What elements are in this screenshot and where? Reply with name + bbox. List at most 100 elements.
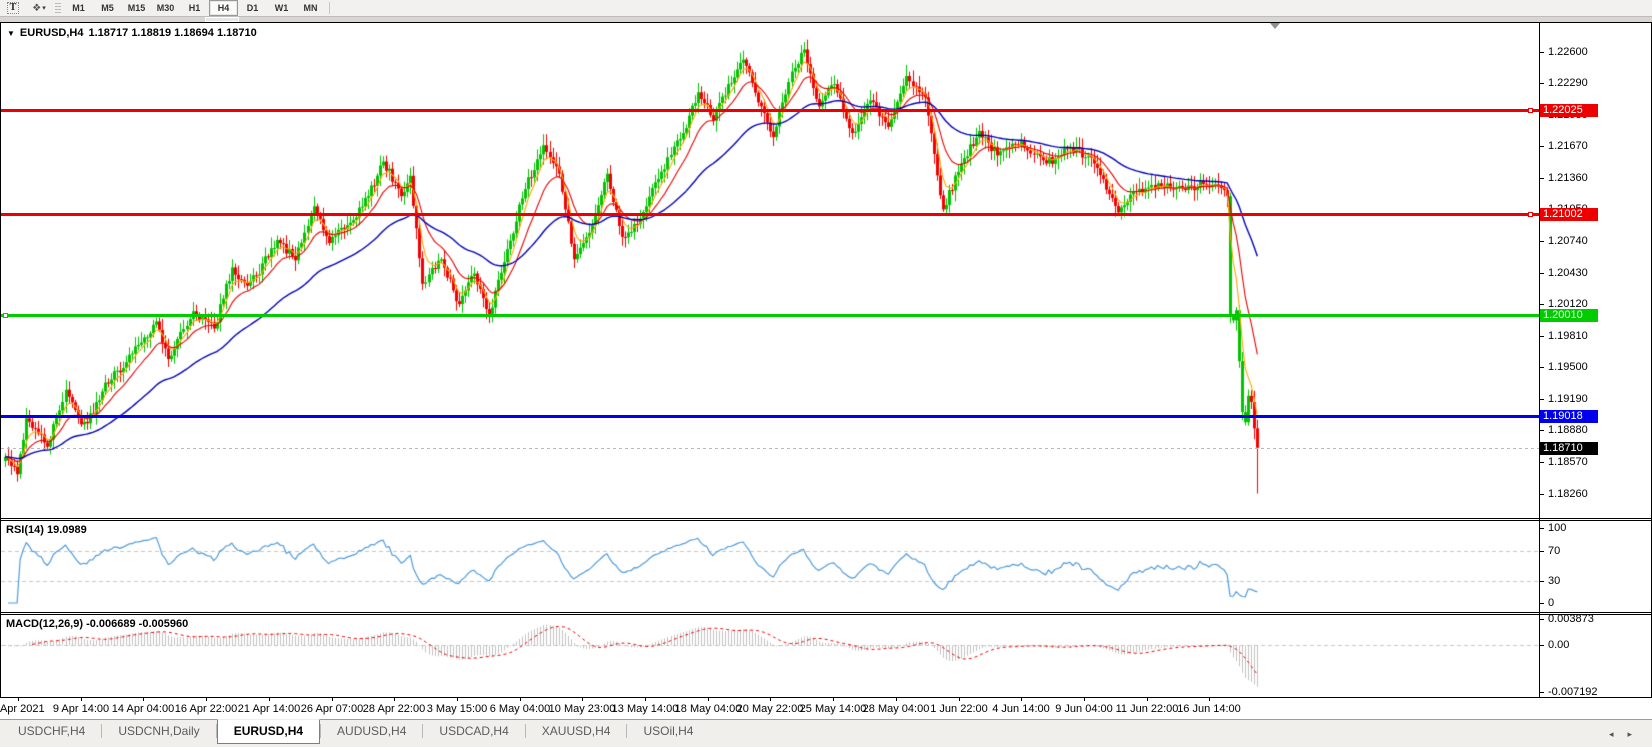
timeframe-button-m15[interactable]: M15	[122, 0, 151, 16]
time-tickmark	[582, 698, 583, 701]
macd-tick-label: 0.003873	[1548, 613, 1594, 625]
rsi-indicator-label: RSI(14) 19.0989	[6, 524, 87, 536]
time-tickmark	[770, 698, 771, 701]
chart-canvas[interactable]	[1, 23, 1539, 697]
price-tick-tickmark	[1539, 304, 1544, 305]
chart-shift-marker-icon[interactable]	[1270, 23, 1280, 29]
price-tick-tickmark	[1539, 494, 1544, 495]
tab-scroll-right-icon[interactable]: ▸	[1627, 729, 1646, 739]
time-tickmark	[1209, 698, 1210, 701]
macd-tick-tickmark	[1539, 692, 1544, 693]
timeframe-button-h1[interactable]: H1	[180, 0, 209, 16]
rsi-tick-label: 30	[1548, 575, 1560, 587]
support-price-label: 1.19018	[1540, 410, 1598, 423]
time-tickmark	[833, 698, 834, 701]
price-tick-tickmark	[1539, 83, 1544, 84]
chart-tab-xauusd-h4[interactable]: XAUUSD,H4	[526, 720, 627, 742]
chart-tab-eurusd-h4[interactable]: EURUSD,H4	[217, 719, 320, 744]
resistance-line-1.22025[interactable]	[1, 109, 1539, 112]
support-price-label: 1.20010	[1540, 309, 1598, 322]
top-toolbar: T ❖ ▾ M1M5M15M30H1H4D1W1MN	[0, 0, 1652, 17]
collapse-icon[interactable]: ▼	[7, 29, 15, 38]
price-tick-label: 1.19500	[1548, 361, 1588, 373]
chevron-down-icon: ▾	[42, 4, 46, 12]
timeframe-button-h4[interactable]: H4	[209, 0, 238, 16]
panel-separator[interactable]	[1, 518, 1651, 519]
panel-separator[interactable]	[1, 614, 1651, 615]
timeframe-button-d1[interactable]: D1	[238, 0, 267, 16]
toolbar-drag-handle[interactable]	[55, 3, 61, 14]
resistance-price-label: 1.21002	[1540, 208, 1598, 221]
time-tickmark	[1084, 698, 1085, 701]
time-tickmark	[18, 698, 19, 701]
time-label: 9 Apr 14:00	[53, 703, 109, 715]
time-tickmark	[269, 698, 270, 701]
price-tick-tickmark	[1539, 146, 1544, 147]
text-tool-button[interactable]: T	[1, 1, 25, 16]
chart-tab-usdcnh-daily[interactable]: USDCNH,Daily	[102, 720, 215, 742]
tabs-holder: USDCHF,H4USDCNH,DailyEURUSD,H4AUDUSD,H4U…	[2, 720, 709, 744]
time-tickmark	[959, 698, 960, 701]
price-tick-label: 1.19810	[1548, 330, 1588, 342]
time-tickmark	[708, 698, 709, 701]
timeframe-button-m5[interactable]: M5	[93, 0, 122, 16]
chart-ohlc-values: 1.18717 1.18819 1.18694 1.18710	[89, 27, 257, 39]
time-tickmark	[206, 698, 207, 701]
resistance-line-1.21002[interactable]	[1, 213, 1539, 216]
current-price-label: 1.18710	[1540, 442, 1598, 455]
text-tool-icon: T	[7, 2, 20, 14]
level-drag-handle[interactable]	[1528, 108, 1533, 113]
price-tick-tickmark	[1539, 273, 1544, 274]
macd-tick-label: 0.00	[1548, 639, 1569, 651]
price-tick-tickmark	[1539, 367, 1544, 368]
macd-tick-tickmark	[1539, 619, 1544, 620]
price-tick-label: 1.20740	[1548, 235, 1588, 247]
time-label: 20 May 22:00	[737, 703, 804, 715]
current-price-line	[1, 448, 1539, 449]
rsi-tick-label: 100	[1548, 522, 1566, 534]
macd-tick-tickmark	[1539, 645, 1544, 646]
panel-separator[interactable]	[1, 520, 1651, 521]
chart-symbol-timeframe: EURUSD,H4	[20, 27, 84, 39]
time-label: 28 May 04:00	[863, 703, 930, 715]
level-drag-handle[interactable]	[1528, 212, 1533, 217]
chart-tab-usdcad-h4[interactable]: USDCAD,H4	[423, 720, 524, 742]
support-line-1.20010[interactable]	[1, 314, 1539, 317]
time-tickmark	[81, 698, 82, 701]
support-line-1.19018[interactable]	[1, 415, 1539, 418]
time-tickmark	[896, 698, 897, 701]
price-tick-label: 1.19190	[1548, 393, 1588, 405]
price-axis-divider	[1539, 23, 1540, 697]
colors-tool-button[interactable]: ❖ ▾	[27, 1, 51, 16]
time-label: 11 Jun 22:00	[1116, 703, 1179, 715]
chart-tab-usoil-h4[interactable]: USOil,H4	[627, 720, 709, 742]
timeframe-button-w1[interactable]: W1	[267, 0, 296, 16]
chart-tab-audusd-h4[interactable]: AUDUSD,H4	[321, 720, 422, 742]
tab-scroll-left-icon[interactable]: ◂	[1609, 729, 1628, 739]
timeframe-button-mn[interactable]: MN	[296, 0, 325, 16]
time-axis[interactable]: 6 Apr 20219 Apr 14:0014 Apr 04:0016 Apr …	[0, 698, 1652, 719]
timeframe-button-group: M1M5M15M30H1H4D1W1MN	[64, 0, 325, 16]
rsi-tick-tickmark	[1539, 528, 1544, 529]
price-tick-label: 1.20430	[1548, 267, 1588, 279]
time-tickmark	[1147, 698, 1148, 701]
chart-tab-usdchf-h4[interactable]: USDCHF,H4	[2, 720, 101, 742]
crayon-icon: ❖	[32, 3, 40, 14]
price-tick-tickmark	[1539, 336, 1544, 337]
time-label: 10 May 23:00	[549, 703, 616, 715]
price-tick-tickmark	[1539, 52, 1544, 53]
price-tick-label: 1.22600	[1548, 46, 1588, 58]
time-label: 13 May 14:00	[612, 703, 679, 715]
time-label: 16 Apr 22:00	[175, 703, 237, 715]
panel-separator[interactable]	[1, 612, 1651, 613]
timeframe-button-m1[interactable]: M1	[64, 0, 93, 16]
time-label: 3 May 15:00	[427, 703, 488, 715]
timeframe-button-m30[interactable]: M30	[151, 0, 180, 16]
price-tick-tickmark	[1539, 241, 1544, 242]
time-label: 28 Apr 22:00	[363, 703, 425, 715]
level-drag-handle[interactable]	[3, 313, 8, 318]
time-tickmark	[1021, 698, 1022, 701]
time-label: 6 May 04:00	[490, 703, 551, 715]
mt4-window: { "toolbar": { "text_tool_glyph": "T", "…	[0, 0, 1652, 747]
time-label: 14 Apr 04:00	[112, 703, 174, 715]
